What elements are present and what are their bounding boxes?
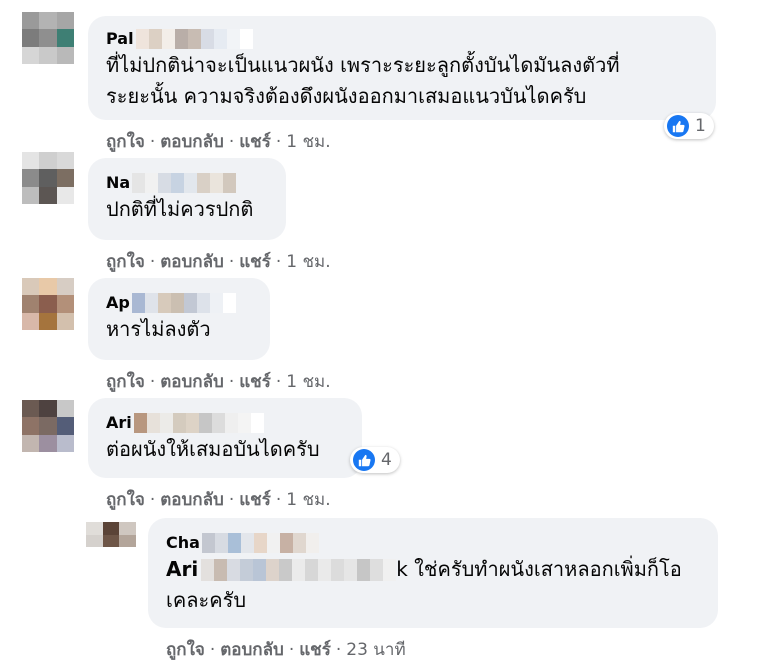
reaction-count: 4 xyxy=(381,450,392,470)
like-link[interactable]: ถูกใจ xyxy=(166,640,205,660)
blurred-name xyxy=(135,29,253,49)
comment-actions: ถูกใจ · ตอบกลับ · แชร์ · 1 ชม. xyxy=(106,248,331,275)
separator: · xyxy=(209,640,216,660)
blurred-name xyxy=(201,558,397,581)
like-link[interactable]: ถูกใจ xyxy=(106,252,145,272)
reaction-summary[interactable]: 1 xyxy=(664,113,714,139)
separator: · xyxy=(228,132,235,152)
reply-text: Ari k ใช่ครับทำผนังเสาหลอกเพิ่มก็โอ xyxy=(166,554,704,585)
comment-author[interactable]: Na xyxy=(106,172,272,194)
reaction-count: 1 xyxy=(695,116,706,136)
share-link[interactable]: แชร์ xyxy=(239,252,271,272)
reply-link[interactable]: ตอบกลับ xyxy=(160,252,224,272)
author-name[interactable]: Na xyxy=(106,172,130,194)
like-thumb-icon xyxy=(353,449,375,471)
blurred-name xyxy=(201,533,319,553)
avatar[interactable] xyxy=(22,152,74,204)
separator: · xyxy=(288,640,295,660)
separator: · xyxy=(228,490,235,510)
separator: · xyxy=(228,252,235,272)
separator: · xyxy=(335,640,342,660)
like-thumb-icon xyxy=(667,115,689,137)
comment-actions: ถูกใจ · ตอบกลับ · แชร์ · 1 ชม. xyxy=(106,486,331,513)
comment-actions: ถูกใจ · ตอบกลับ · แชร์ · 1 ชม. xyxy=(106,368,331,395)
share-link[interactable]: แชร์ xyxy=(239,372,271,392)
comment-author[interactable]: Ap xyxy=(106,292,256,314)
avatar[interactable] xyxy=(22,278,74,330)
author-name[interactable]: Ap xyxy=(106,292,130,314)
timestamp[interactable]: 23 นาที xyxy=(346,640,405,660)
author-name[interactable]: Cha xyxy=(166,532,200,554)
reply-actions: ถูกใจ · ตอบกลับ · แชร์ · 23 นาที xyxy=(166,636,406,663)
mention-link[interactable]: Ari xyxy=(166,554,198,585)
comment-author[interactable]: Pal xyxy=(106,28,702,50)
separator: · xyxy=(228,372,235,392)
reply-link[interactable]: ตอบกลับ xyxy=(160,490,224,510)
comment-text: ต่อผนังให้เสมอบันไดครับ xyxy=(106,437,320,461)
comment-actions: ถูกใจ · ตอบกลับ · แชร์ · 1 ชม. xyxy=(106,128,331,155)
reply-text: เคละครับ xyxy=(166,588,247,612)
separator: · xyxy=(275,132,282,152)
comment-bubble: Na ปกติที่ไม่ควรปกติ xyxy=(88,158,286,240)
separator: · xyxy=(275,372,282,392)
share-link[interactable]: แชร์ xyxy=(299,640,331,660)
comment-bubble: Pal ที่ไม่ปกติน่าจะเป็นแนวผนัง เพราะระยะ… xyxy=(88,16,716,120)
timestamp[interactable]: 1 ชม. xyxy=(286,132,330,152)
timestamp[interactable]: 1 ชม. xyxy=(286,490,330,510)
reply-link[interactable]: ตอบกลับ xyxy=(220,640,284,660)
reply-bubble: Cha Ari k ใช่ครับทำผนังเสาหลอกเพิ่มก็โอ … xyxy=(148,518,718,628)
timestamp[interactable]: 1 ชม. xyxy=(286,252,330,272)
comment-bubble: Ap หารไม่ลงตัว xyxy=(88,278,270,360)
blurred-name xyxy=(132,173,237,193)
author-name[interactable]: Ari xyxy=(106,412,132,434)
separator: · xyxy=(275,252,282,272)
comment-text: ที่ไม่ปกติน่าจะเป็นแนวผนัง เพราะระยะลูกต… xyxy=(106,53,620,77)
author-name[interactable]: Pal xyxy=(106,28,134,50)
avatar[interactable] xyxy=(22,400,74,452)
share-link[interactable]: แชร์ xyxy=(239,490,271,510)
reply-text-tail: k ใช่ครับทำผนังเสาหลอกเพิ่มก็โอ xyxy=(396,557,682,581)
like-link[interactable]: ถูกใจ xyxy=(106,372,145,392)
avatar[interactable] xyxy=(22,12,74,64)
reply-link[interactable]: ตอบกลับ xyxy=(160,132,224,152)
comment-text: ปกติที่ไม่ควรปกติ xyxy=(106,197,254,221)
separator: · xyxy=(149,252,156,272)
comment-author[interactable]: Cha xyxy=(166,532,704,554)
comment-author[interactable]: Ari xyxy=(106,412,348,434)
timestamp[interactable]: 1 ชม. xyxy=(286,372,330,392)
separator: · xyxy=(149,132,156,152)
reaction-summary[interactable]: 4 xyxy=(350,447,400,473)
like-link[interactable]: ถูกใจ xyxy=(106,132,145,152)
like-link[interactable]: ถูกใจ xyxy=(106,490,145,510)
separator: · xyxy=(149,490,156,510)
avatar[interactable] xyxy=(86,522,136,560)
comment-bubble: Ari ต่อผนังให้เสมอบันไดครับ xyxy=(88,398,362,478)
blurred-name xyxy=(131,293,236,313)
blurred-name xyxy=(133,413,264,433)
comment-text: ระยะนั้น ความจริงต้องดึงผนังออกมาเสมอแนว… xyxy=(106,84,587,108)
separator: · xyxy=(149,372,156,392)
reply-link[interactable]: ตอบกลับ xyxy=(160,372,224,392)
separator: · xyxy=(275,490,282,510)
comment-text: หารไม่ลงตัว xyxy=(106,317,211,341)
share-link[interactable]: แชร์ xyxy=(239,132,271,152)
